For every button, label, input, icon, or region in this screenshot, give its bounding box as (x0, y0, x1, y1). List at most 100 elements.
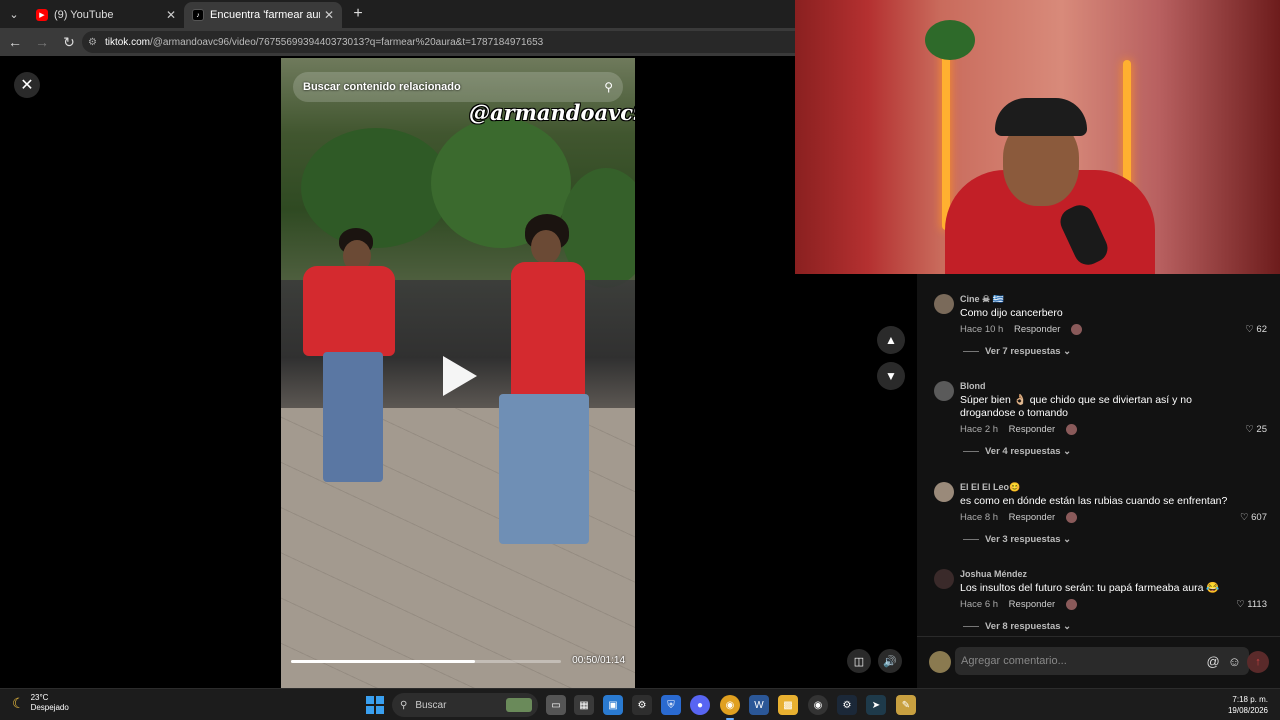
view-replies-button[interactable]: Ver 4 respuestas ⌄ (963, 446, 1071, 457)
reply-button[interactable]: Responder (1014, 324, 1060, 335)
view-replies-button[interactable]: Ver 8 respuestas ⌄ (963, 621, 1071, 632)
site-info-icon[interactable]: ⚙ (88, 37, 97, 48)
divider (963, 538, 979, 540)
related-search-placeholder: Buscar contenido relacionado (303, 81, 461, 93)
volume-icon[interactable]: 🔊 (878, 649, 902, 673)
streamer-cap (995, 98, 1087, 136)
url-path: /@armandoavc96/video/7675569939440373013… (149, 36, 544, 48)
security-shield-icon[interactable]: ⛨ (661, 695, 681, 715)
weather-widget[interactable]: ☾ 23°C Despejado (12, 693, 69, 713)
obs-icon[interactable]: ◉ (808, 695, 828, 715)
comment-age: Hace 8 h (960, 512, 999, 524)
close-icon[interactable]: ✕ (14, 72, 40, 98)
close-tab-icon[interactable]: ✕ (166, 8, 176, 22)
chrome-icon[interactable]: ◉ (720, 695, 740, 720)
photos-icon[interactable]: ▣ (603, 695, 623, 715)
related-search-bar[interactable]: Buscar contenido relacionado ⚲ (293, 72, 623, 102)
weather-temp: 23°C (30, 693, 49, 702)
divider (963, 625, 979, 627)
play-icon[interactable] (443, 356, 477, 396)
steam-icon[interactable]: ⚙ (837, 695, 857, 715)
avatar[interactable] (929, 651, 951, 673)
view-replies-label: Ver 7 respuestas (985, 346, 1061, 357)
comment-text: Como dijo cancerbero (960, 307, 1063, 319)
system-clock[interactable]: 7:18 p. m. 19/08/2026 (1228, 694, 1268, 716)
comment-age: Hace 6 h (960, 599, 999, 611)
tab-title: (9) YouTube (54, 9, 114, 21)
tab-search-chevron-icon[interactable]: ⌄ (0, 0, 28, 28)
like-button[interactable]: ♡ 62 (1245, 324, 1267, 335)
view-replies-button[interactable]: Ver 7 respuestas ⌄ (963, 346, 1071, 357)
comment-username[interactable]: Blond (960, 381, 986, 391)
tab-tiktok[interactable]: ♪ Encuentra 'farmear aura' en Tik ✕ (184, 2, 342, 28)
comment-text: Súper bien 👌🏼 que chido que se diviertan… (960, 394, 1192, 419)
screen: ⌄ ▶ (9) YouTube ✕ ♪ Encuentra 'farmear a… (0, 0, 1280, 720)
webcam-overlay (795, 0, 1280, 274)
taskbar: ☾ 23°C Despejado ⚲ Buscar ▭ ▦ ▣ ⚙ ⛨ ● ◉ … (0, 688, 1280, 720)
store-icon[interactable]: ▦ (574, 695, 594, 715)
address-bar[interactable]: ⚙ tiktok.com /@armandoavc96/video/767556… (82, 31, 795, 53)
reload-icon[interactable]: ↻ (57, 30, 81, 54)
avatar[interactable] (934, 482, 954, 502)
notes-icon[interactable]: ✎ (896, 695, 916, 715)
like-count: 607 (1251, 512, 1267, 523)
jeans-shape (499, 394, 589, 544)
comment-input[interactable]: Agregar comentario... @ ☺ (955, 647, 1249, 675)
back-icon[interactable]: ← (3, 30, 27, 54)
creator-reaction-icon (1071, 324, 1083, 335)
video-player[interactable]: Buscar contenido relacionado ⚲ @armandoa… (281, 58, 635, 688)
avatar[interactable] (934, 294, 954, 314)
search-highlight-icon (506, 698, 532, 712)
like-button[interactable]: ♡ 1113 (1236, 599, 1267, 610)
send-icon[interactable]: ↑ (1247, 651, 1269, 673)
neon-light-left (942, 40, 950, 230)
tiktok-icon: ♪ (192, 9, 204, 21)
view-replies-button[interactable]: Ver 3 respuestas ⌄ (963, 534, 1071, 545)
taskbar-search[interactable]: ⚲ Buscar (392, 693, 538, 717)
like-count: 1113 (1247, 599, 1267, 610)
like-button[interactable]: ♡ 607 (1240, 512, 1267, 523)
start-icon[interactable] (366, 696, 384, 714)
video-progress-bar[interactable] (291, 660, 561, 663)
comment-username[interactable]: El El El Leo😊 (960, 482, 1020, 493)
mention-icon[interactable]: @ (1207, 654, 1220, 669)
like-button[interactable]: ♡ 25 (1245, 424, 1267, 435)
reply-button[interactable]: Responder (1009, 599, 1055, 610)
head-shape (531, 230, 561, 264)
next-video-icon[interactable]: ▼ (877, 362, 905, 390)
view-replies-label: Ver 4 respuestas (985, 446, 1061, 457)
discord-icon[interactable]: ● (690, 695, 710, 715)
previous-video-icon[interactable]: ▲ (877, 326, 905, 354)
tab-youtube[interactable]: ▶ (9) YouTube ✕ (28, 2, 184, 28)
creator-reaction-icon (1065, 424, 1077, 435)
avatar[interactable] (934, 381, 954, 401)
reply-button[interactable]: Responder (1009, 424, 1055, 435)
tiktok-page: ✕ Buscar contenido relacionado ⚲ @armand… (0, 56, 905, 688)
app-icon[interactable]: ➤ (866, 695, 886, 715)
search-icon[interactable]: ⚲ (604, 80, 613, 94)
browser-toolbar: ← → ↻ ⚙ tiktok.com /@armandoavc96/video/… (0, 28, 795, 56)
close-tab-icon[interactable]: ✕ (324, 8, 334, 22)
view-replies-label: Ver 3 respuestas (985, 534, 1061, 545)
hoodie-shape (303, 266, 395, 356)
divider (963, 350, 979, 352)
avatar[interactable] (934, 569, 954, 589)
emoji-icon[interactable]: ☺ (1228, 654, 1241, 669)
tab-strip: ⌄ ▶ (9) YouTube ✕ ♪ Encuentra 'farmear a… (0, 0, 795, 28)
tree-shape (301, 128, 451, 248)
jeans-shape (323, 352, 383, 482)
comment-meta: Hace 2 h Responder (960, 424, 1077, 435)
reply-button[interactable]: Responder (1009, 512, 1055, 523)
file-explorer-icon[interactable]: ▩ (778, 695, 798, 715)
comment-username[interactable]: Joshua Méndez (960, 569, 1027, 579)
word-icon[interactable]: W (749, 695, 769, 715)
url-host: tiktok.com (104, 36, 150, 48)
settings-icon[interactable]: ⚙ (632, 695, 652, 715)
floating-player-icon[interactable]: ◫ (847, 649, 871, 673)
comment-username[interactable]: Cine ☠ 🇬🇷 (960, 294, 1004, 305)
forward-icon[interactable]: → (30, 30, 54, 54)
view-replies-label: Ver 8 respuestas (985, 621, 1061, 632)
task-view-icon[interactable]: ▭ (546, 695, 566, 715)
new-tab-button[interactable]: + (346, 2, 370, 26)
like-count: 25 (1256, 424, 1267, 435)
